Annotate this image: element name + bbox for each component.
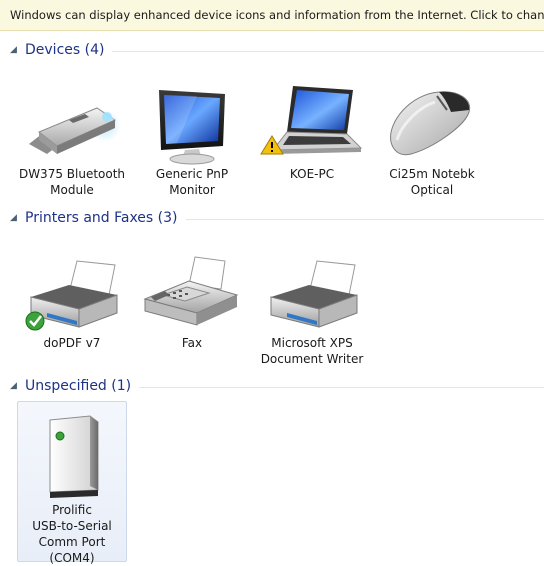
group-divider xyxy=(186,219,544,220)
device-label: Prolific USB-to-Serial Comm Port (COM4) xyxy=(18,502,126,566)
printer-icon xyxy=(257,255,367,335)
printer-label: Microsoft XPS Document Writer xyxy=(257,335,367,367)
information-bar[interactable]: Windows can display enhanced device icon… xyxy=(0,0,544,31)
group-title-printers: Printers and Faxes (3) xyxy=(25,210,178,226)
device-label: Ci25m Notebk Optical xyxy=(377,166,487,198)
group-header-devices[interactable]: ◢ Devices (4) xyxy=(0,40,544,60)
device-item-mouse[interactable]: Ci25m Notebk Optical xyxy=(377,86,487,198)
collapse-arrow-icon[interactable]: ◢ xyxy=(10,208,20,228)
serial-port-device-icon xyxy=(18,402,128,502)
device-item-bluetooth-module[interactable]: DW375 Bluetooth Module xyxy=(17,86,127,198)
device-item-koe-pc[interactable]: KOE-PC xyxy=(257,86,367,182)
printer-item-xps-writer[interactable]: Microsoft XPS Document Writer xyxy=(257,255,367,367)
group-header-unspecified[interactable]: ◢ Unspecified (1) xyxy=(0,376,544,396)
monitor-icon xyxy=(137,86,247,166)
device-item-generic-monitor[interactable]: Generic PnP Monitor xyxy=(137,86,247,198)
bluetooth-usb-dongle-icon xyxy=(17,86,127,166)
group-header-printers-faxes[interactable]: ◢ Printers and Faxes (3) xyxy=(0,208,544,228)
group-title-unspecified: Unspecified (1) xyxy=(25,378,131,394)
group-divider xyxy=(112,51,544,52)
group-divider xyxy=(139,387,544,388)
device-label: DW375 Bluetooth Module xyxy=(17,166,127,198)
device-label: KOE-PC xyxy=(257,166,367,182)
mouse-icon xyxy=(377,86,487,166)
device-item-prolific-serial[interactable]: Prolific USB-to-Serial Comm Port (COM4) xyxy=(17,401,127,562)
printer-item-dopdf[interactable]: doPDF v7 xyxy=(17,255,127,351)
fax-icon xyxy=(137,255,247,335)
laptop-icon xyxy=(257,86,367,166)
printer-label: doPDF v7 xyxy=(17,335,127,351)
printer-label: Fax xyxy=(137,335,247,351)
group-title-devices: Devices (4) xyxy=(25,42,104,58)
printer-item-fax[interactable]: Fax xyxy=(137,255,247,351)
collapse-arrow-icon[interactable]: ◢ xyxy=(10,40,20,60)
printer-icon xyxy=(17,255,127,335)
device-label: Generic PnP Monitor xyxy=(137,166,247,198)
collapse-arrow-icon[interactable]: ◢ xyxy=(10,376,20,396)
information-bar-text: Windows can display enhanced device icon… xyxy=(10,8,544,22)
default-check-icon xyxy=(26,312,44,330)
